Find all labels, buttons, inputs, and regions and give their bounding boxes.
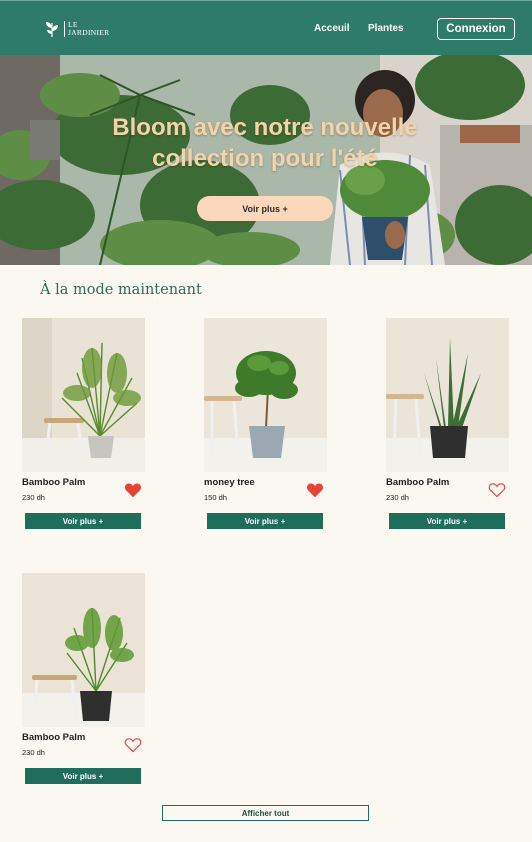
- product-image[interactable]: [204, 318, 327, 472]
- product-price: 230 dh: [22, 493, 45, 502]
- product-more-button[interactable]: Voir plus +: [389, 513, 505, 529]
- product-card: money tree 150 dh Voir plus +: [204, 318, 327, 529]
- top-navbar: LE JARDINIER Acceuil Plantes Connexion: [0, 0, 532, 55]
- logo-line-2: JARDINIER: [68, 28, 110, 37]
- product-more-button[interactable]: Voir plus +: [207, 513, 323, 529]
- hero-title-line-1: Bloom avec notre nouvelle: [112, 114, 418, 141]
- product-image[interactable]: [22, 318, 145, 472]
- brand-logo[interactable]: LE JARDINIER: [44, 18, 109, 40]
- hero-banner: Bloom avec notre nouvelle collection pou…: [0, 55, 532, 265]
- heart-outline-icon[interactable]: [488, 482, 506, 498]
- product-name: money tree: [204, 477, 255, 488]
- product-name: Bamboo Palm: [22, 477, 86, 488]
- heart-outline-icon[interactable]: [124, 737, 142, 753]
- leaf-logo-icon: [46, 22, 58, 38]
- product-image[interactable]: [22, 573, 145, 727]
- product-price: 230 dh: [386, 493, 409, 502]
- hero-title-line-2: collection pour l'été: [152, 145, 378, 172]
- hero-cta-button[interactable]: Voir plus +: [197, 196, 333, 221]
- nav-link-acceuil[interactable]: Acceuil: [314, 23, 350, 34]
- product-card: Bamboo Palm 230 dh Voir plus +: [386, 318, 509, 529]
- section-title: À la mode maintenant: [40, 282, 202, 298]
- hero-title: Bloom avec notre nouvelle collection pou…: [70, 112, 460, 174]
- product-card: Bamboo Palm 230 dh Voir plus +: [22, 318, 145, 529]
- login-button[interactable]: Connexion: [437, 18, 515, 40]
- product-name: Bamboo Palm: [386, 477, 450, 488]
- logo-text: LE JARDINIER: [64, 21, 109, 37]
- show-all-button[interactable]: Afficher tout: [162, 805, 369, 821]
- nav-link-plantes[interactable]: Plantes: [368, 23, 404, 34]
- product-price: 230 dh: [22, 748, 45, 757]
- product-more-button[interactable]: Voir plus +: [25, 513, 141, 529]
- product-card: Bamboo Palm 230 dh Voir plus +: [22, 573, 145, 784]
- heart-filled-icon[interactable]: [124, 482, 142, 498]
- heart-filled-icon[interactable]: [306, 482, 324, 498]
- product-name: Bamboo Palm: [22, 732, 86, 743]
- product-price: 150 dh: [204, 493, 227, 502]
- product-image[interactable]: [386, 318, 509, 472]
- product-more-button[interactable]: Voir plus +: [25, 768, 141, 784]
